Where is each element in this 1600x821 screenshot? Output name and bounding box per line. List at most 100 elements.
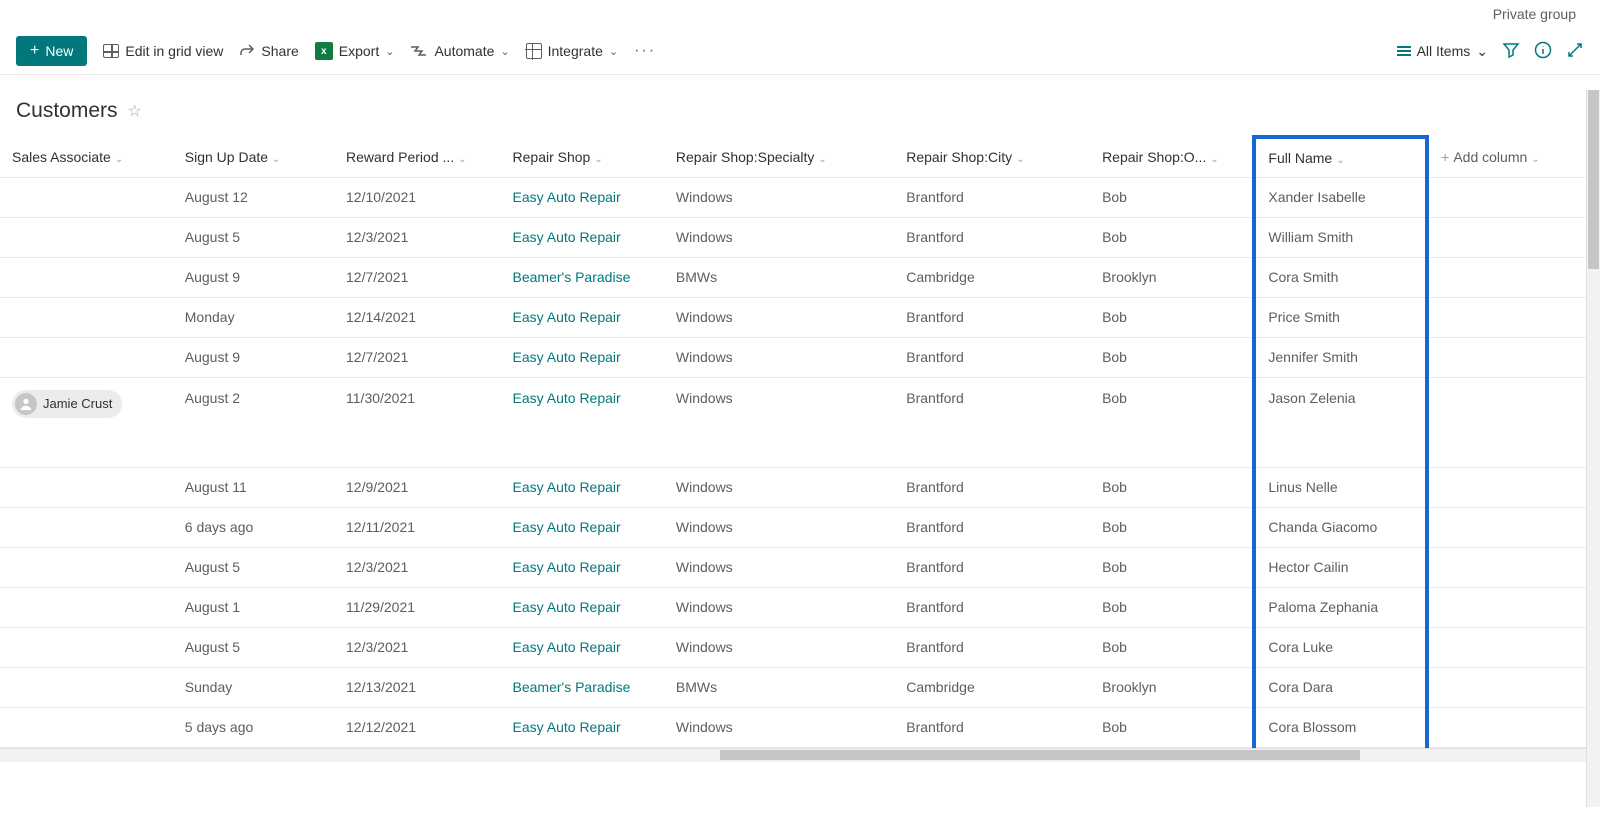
plus-icon: + (30, 43, 39, 59)
table-row[interactable]: Jamie CrustAugust 211/30/2021Easy Auto R… (0, 377, 1600, 467)
avatar-icon (15, 393, 37, 415)
table-row[interactable]: Sunday12/13/2021Beamer's ParadiseBMWsCam… (0, 667, 1600, 707)
col-sales-associate[interactable]: Sales Associate⌄ (0, 137, 173, 177)
cell-sign-up-date: 6 days ago (173, 507, 334, 547)
info-button[interactable] (1534, 41, 1552, 62)
cell-sign-up-date: Monday (173, 297, 334, 337)
view-selector[interactable]: All Items ⌄ (1397, 43, 1488, 60)
customers-table: Sales Associate⌄ Sign Up Date⌄ Reward Pe… (0, 135, 1600, 748)
cell-repair-shop[interactable]: Easy Auto Repair (501, 587, 664, 627)
cell-city: Brantford (894, 337, 1090, 377)
table-row[interactable]: 6 days ago12/11/2021Easy Auto RepairWind… (0, 507, 1600, 547)
cell-repair-shop[interactable]: Easy Auto Repair (501, 297, 664, 337)
cell-full-name: Cora Luke (1254, 627, 1427, 667)
table-row[interactable]: August 1112/9/2021Easy Auto RepairWindow… (0, 467, 1600, 507)
expand-button[interactable] (1566, 41, 1584, 62)
chevron-down-icon: ⌄ (1336, 155, 1344, 166)
col-full-name[interactable]: Full Name⌄ (1254, 137, 1427, 177)
person-chip[interactable]: Jamie Crust (12, 390, 122, 418)
cell-repair-shop[interactable]: Easy Auto Repair (501, 377, 664, 467)
cell-full-name: Jennifer Smith (1254, 337, 1427, 377)
cell-repair-shop[interactable]: Easy Auto Repair (501, 217, 664, 257)
automate-label: Automate (434, 43, 494, 59)
export-button[interactable]: x Export ⌄ (315, 42, 395, 60)
vertical-scrollbar[interactable] (1586, 90, 1600, 807)
filter-button[interactable] (1502, 41, 1520, 62)
horizontal-scrollbar[interactable] (0, 748, 1600, 762)
table-row[interactable]: August 512/3/2021Easy Auto RepairWindows… (0, 547, 1600, 587)
chevron-down-icon: ⌄ (385, 45, 394, 58)
cell-city: Brantford (894, 467, 1090, 507)
cell-repair-shop[interactable]: Easy Auto Repair (501, 627, 664, 667)
cell-repair-shop[interactable]: Easy Auto Repair (501, 547, 664, 587)
cell-city: Cambridge (894, 667, 1090, 707)
integrate-label: Integrate (548, 43, 603, 59)
cell-sign-up-date: August 5 (173, 547, 334, 587)
view-name-label: All Items (1417, 43, 1471, 59)
table-row[interactable]: August 1212/10/2021Easy Auto RepairWindo… (0, 177, 1600, 217)
cell-sales-associate (0, 667, 173, 707)
cell-specialty: BMWs (664, 257, 894, 297)
table-row[interactable]: August 912/7/2021Beamer's ParadiseBMWsCa… (0, 257, 1600, 297)
table-row[interactable]: August 512/3/2021Easy Auto RepairWindows… (0, 627, 1600, 667)
col-reward-period[interactable]: Reward Period ...⌄ (334, 137, 501, 177)
cell-full-name: William Smith (1254, 217, 1427, 257)
cell-city: Brantford (894, 177, 1090, 217)
new-button-label: New (45, 43, 73, 59)
col-specialty[interactable]: Repair Shop:Specialty⌄ (664, 137, 894, 177)
chevron-down-icon: ⌄ (594, 154, 602, 165)
table-row[interactable]: Monday12/14/2021Easy Auto RepairWindowsB… (0, 297, 1600, 337)
cell-specialty: Windows (664, 627, 894, 667)
edit-grid-button[interactable]: Edit in grid view (103, 43, 223, 59)
private-group-label: Private group (1493, 6, 1576, 22)
cell-owner: Bob (1090, 507, 1254, 547)
cell-specialty: Windows (664, 337, 894, 377)
info-icon (1534, 41, 1552, 59)
cell-owner: Bob (1090, 627, 1254, 667)
table-row[interactable]: 5 days ago12/12/2021Easy Auto RepairWind… (0, 707, 1600, 747)
new-button[interactable]: + New (16, 36, 87, 66)
cell-empty (1427, 547, 1600, 587)
automate-button[interactable]: Automate ⌄ (410, 43, 509, 59)
cell-repair-shop[interactable]: Beamer's Paradise (501, 257, 664, 297)
chevron-down-icon: ⌄ (1210, 154, 1218, 165)
cell-empty (1427, 257, 1600, 297)
add-column-button[interactable]: +Add column⌄ (1427, 137, 1600, 177)
cell-sign-up-date: 5 days ago (173, 707, 334, 747)
col-sign-up-date[interactable]: Sign Up Date⌄ (173, 137, 334, 177)
cell-repair-shop[interactable]: Easy Auto Repair (501, 177, 664, 217)
chevron-down-icon: ⌄ (272, 154, 280, 165)
cell-empty (1427, 377, 1600, 467)
edit-grid-label: Edit in grid view (125, 43, 223, 59)
cell-empty (1427, 667, 1600, 707)
chevron-down-icon: ⌄ (1476, 43, 1488, 60)
cell-repair-shop[interactable]: Easy Auto Repair (501, 507, 664, 547)
table-row[interactable]: August 111/29/2021Easy Auto RepairWindow… (0, 587, 1600, 627)
cell-owner: Bob (1090, 297, 1254, 337)
cell-repair-shop[interactable]: Easy Auto Repair (501, 467, 664, 507)
favorite-button[interactable]: ☆ (128, 101, 142, 121)
col-city[interactable]: Repair Shop:City⌄ (894, 137, 1090, 177)
cell-repair-shop[interactable]: Beamer's Paradise (501, 667, 664, 707)
cell-empty (1427, 707, 1600, 747)
cell-city: Brantford (894, 507, 1090, 547)
col-owner[interactable]: Repair Shop:O...⌄ (1090, 137, 1254, 177)
cell-reward-period: 12/9/2021 (334, 467, 501, 507)
cell-full-name: Jason Zelenia (1254, 377, 1427, 467)
more-actions-button[interactable]: ··· (634, 42, 656, 60)
chevron-down-icon: ⌄ (458, 154, 466, 165)
cell-sales-associate (0, 337, 173, 377)
col-repair-shop[interactable]: Repair Shop⌄ (501, 137, 664, 177)
table-row[interactable]: August 512/3/2021Easy Auto RepairWindows… (0, 217, 1600, 257)
cell-repair-shop[interactable]: Easy Auto Repair (501, 337, 664, 377)
table-row[interactable]: August 912/7/2021Easy Auto RepairWindows… (0, 337, 1600, 377)
integrate-button[interactable]: Integrate ⌄ (526, 43, 618, 59)
cell-empty (1427, 337, 1600, 377)
cell-repair-shop[interactable]: Easy Auto Repair (501, 707, 664, 747)
share-button[interactable]: Share (239, 43, 298, 59)
expand-icon (1566, 41, 1584, 59)
person-name: Jamie Crust (43, 396, 112, 411)
cell-sales-associate (0, 587, 173, 627)
cell-sales-associate (0, 707, 173, 747)
cell-sales-associate (0, 547, 173, 587)
